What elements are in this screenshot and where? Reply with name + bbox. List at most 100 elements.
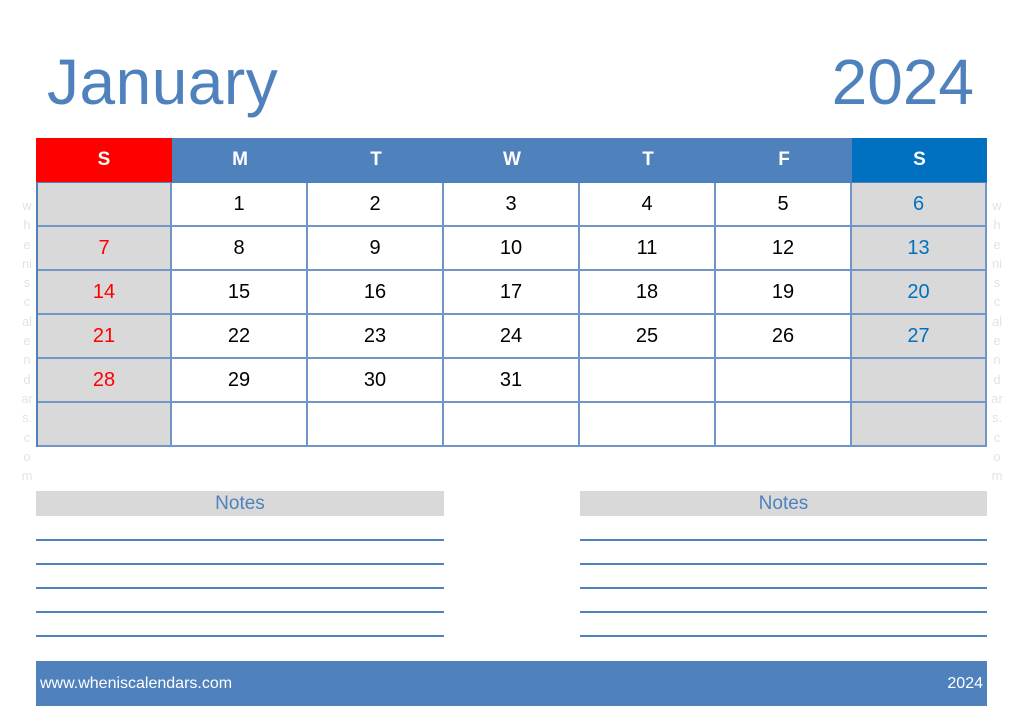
footer-bar: www.wheniscalendars.com 2024 xyxy=(36,661,987,706)
notes-right-title: Notes xyxy=(580,491,987,516)
watermark-letter: w xyxy=(992,198,1002,213)
watermark-letter: e xyxy=(23,333,31,349)
day-cell-26[interactable]: 26 xyxy=(716,315,852,359)
day-cell-17[interactable]: 17 xyxy=(444,271,580,315)
notes-left-lines xyxy=(36,539,444,637)
day-cell-9[interactable]: 9 xyxy=(308,227,444,271)
watermark-letter: c xyxy=(993,429,1001,445)
day-cell-empty xyxy=(716,359,852,403)
day-cell-23[interactable]: 23 xyxy=(308,315,444,359)
note-line[interactable] xyxy=(580,635,987,637)
day-cell-empty xyxy=(444,403,580,447)
note-line[interactable] xyxy=(580,563,987,565)
watermark-letter: e xyxy=(993,333,1001,349)
day-cell-2[interactable]: 2 xyxy=(308,183,444,227)
day-cell-25[interactable]: 25 xyxy=(580,315,716,359)
week-row: 28 29 30 31 xyxy=(38,359,987,403)
day-cell-14[interactable]: 14 xyxy=(38,271,172,315)
day-cell-11[interactable]: 11 xyxy=(580,227,716,271)
day-cell-31[interactable]: 31 xyxy=(444,359,580,403)
calendar-grid: S M T W T F S 1 2 3 4 5 6 7 8 9 10 11 12 13 14 15 16 17 1… xyxy=(36,138,987,447)
watermark-letter: o xyxy=(23,448,31,464)
notes-left: Notes xyxy=(36,491,444,637)
day-cell-4[interactable]: 4 xyxy=(580,183,716,227)
week-row: 7 8 9 10 11 12 13 xyxy=(38,227,987,271)
weekday-header-friday: F xyxy=(716,138,852,182)
watermark-letter: n xyxy=(993,352,1001,368)
weekday-header-sunday: S xyxy=(36,138,172,182)
watermark-letter: ar xyxy=(991,390,1003,406)
year-title: 2024 xyxy=(831,46,974,118)
watermark-letter: c xyxy=(23,294,31,310)
footer-year: 2024 xyxy=(947,674,983,692)
day-cell-15[interactable]: 15 xyxy=(172,271,308,315)
weekday-header-thursday: T xyxy=(580,138,716,182)
watermark-letter: w xyxy=(22,198,32,213)
day-cell-29[interactable]: 29 xyxy=(172,359,308,403)
day-cell-16[interactable]: 16 xyxy=(308,271,444,315)
day-cell-30[interactable]: 30 xyxy=(308,359,444,403)
watermark-letter: s xyxy=(993,275,1001,291)
footer-website[interactable]: www.wheniscalendars.com xyxy=(40,675,232,693)
day-cell-empty xyxy=(580,359,716,403)
day-cell-13[interactable]: 13 xyxy=(852,227,987,271)
day-cell-19[interactable]: 19 xyxy=(716,271,852,315)
day-cell-20[interactable]: 20 xyxy=(852,271,987,315)
watermark-letter: e xyxy=(23,236,31,252)
calendar-body: 1 2 3 4 5 6 7 8 9 10 11 12 13 14 15 16 17 18 19 20 21 22 23 24 2… xyxy=(36,182,987,447)
day-cell-empty xyxy=(852,403,987,447)
day-cell-1[interactable]: 1 xyxy=(172,183,308,227)
day-cell-empty xyxy=(716,403,852,447)
day-cell-24[interactable]: 24 xyxy=(444,315,580,359)
week-row: 14 15 16 17 18 19 20 xyxy=(38,271,987,315)
watermark-letter: h xyxy=(993,217,1001,233)
notes-left-title: Notes xyxy=(36,491,444,516)
note-line[interactable] xyxy=(36,563,444,565)
watermark-right: w h e ni s c al e n d ar s. c o m xyxy=(987,196,1007,485)
weekday-header-monday: M xyxy=(172,138,308,182)
watermark-letter: n xyxy=(23,352,31,368)
week-row: 123456 xyxy=(38,183,987,227)
day-cell-27[interactable]: 27 xyxy=(852,315,987,359)
watermark-letter: ar xyxy=(21,390,33,406)
watermark-letter: s. xyxy=(21,410,33,426)
weekday-header-row: S M T W T F S xyxy=(36,138,987,182)
week-row xyxy=(38,403,987,447)
watermark-letter: o xyxy=(993,448,1001,464)
day-cell-7[interactable]: 7 xyxy=(38,227,172,271)
note-line[interactable] xyxy=(36,587,444,589)
watermark-letter: s xyxy=(23,275,31,291)
day-cell-28[interactable]: 28 xyxy=(38,359,172,403)
watermark-letter: ni xyxy=(21,255,33,271)
note-line[interactable] xyxy=(36,539,444,541)
day-cell-5[interactable]: 5 xyxy=(716,183,852,227)
week-row: 21 22 23 24 25 26 27 xyxy=(38,315,987,359)
note-line[interactable] xyxy=(580,611,987,613)
weekday-header-wednesday: W xyxy=(444,138,580,182)
watermark-letter: m xyxy=(991,468,1003,484)
day-cell-empty xyxy=(38,183,172,227)
watermark-letter: m xyxy=(21,468,33,484)
watermark-letter: c xyxy=(23,429,31,445)
day-cell-10[interactable]: 10 xyxy=(444,227,580,271)
watermark-letter: al xyxy=(991,313,1003,329)
note-line[interactable] xyxy=(36,635,444,637)
watermark-letter: s. xyxy=(991,410,1003,426)
watermark-left: w h e ni s c al e n d ar s. c o m xyxy=(17,196,37,485)
day-cell-18[interactable]: 18 xyxy=(580,271,716,315)
note-line[interactable] xyxy=(36,611,444,613)
day-cell-8[interactable]: 8 xyxy=(172,227,308,271)
watermark-letter: al xyxy=(21,313,33,329)
day-cell-12[interactable]: 12 xyxy=(716,227,852,271)
watermark-letter: c xyxy=(993,294,1001,310)
month-title: January xyxy=(47,46,279,118)
day-cell-6[interactable]: 6 xyxy=(852,183,987,227)
weekday-header-tuesday: T xyxy=(308,138,444,182)
day-cell-22[interactable]: 22 xyxy=(172,315,308,359)
note-line[interactable] xyxy=(580,587,987,589)
weekday-header-saturday: S xyxy=(852,138,987,182)
day-cell-empty xyxy=(38,403,172,447)
day-cell-3[interactable]: 3 xyxy=(444,183,580,227)
day-cell-21[interactable]: 21 xyxy=(38,315,172,359)
note-line[interactable] xyxy=(580,539,987,541)
